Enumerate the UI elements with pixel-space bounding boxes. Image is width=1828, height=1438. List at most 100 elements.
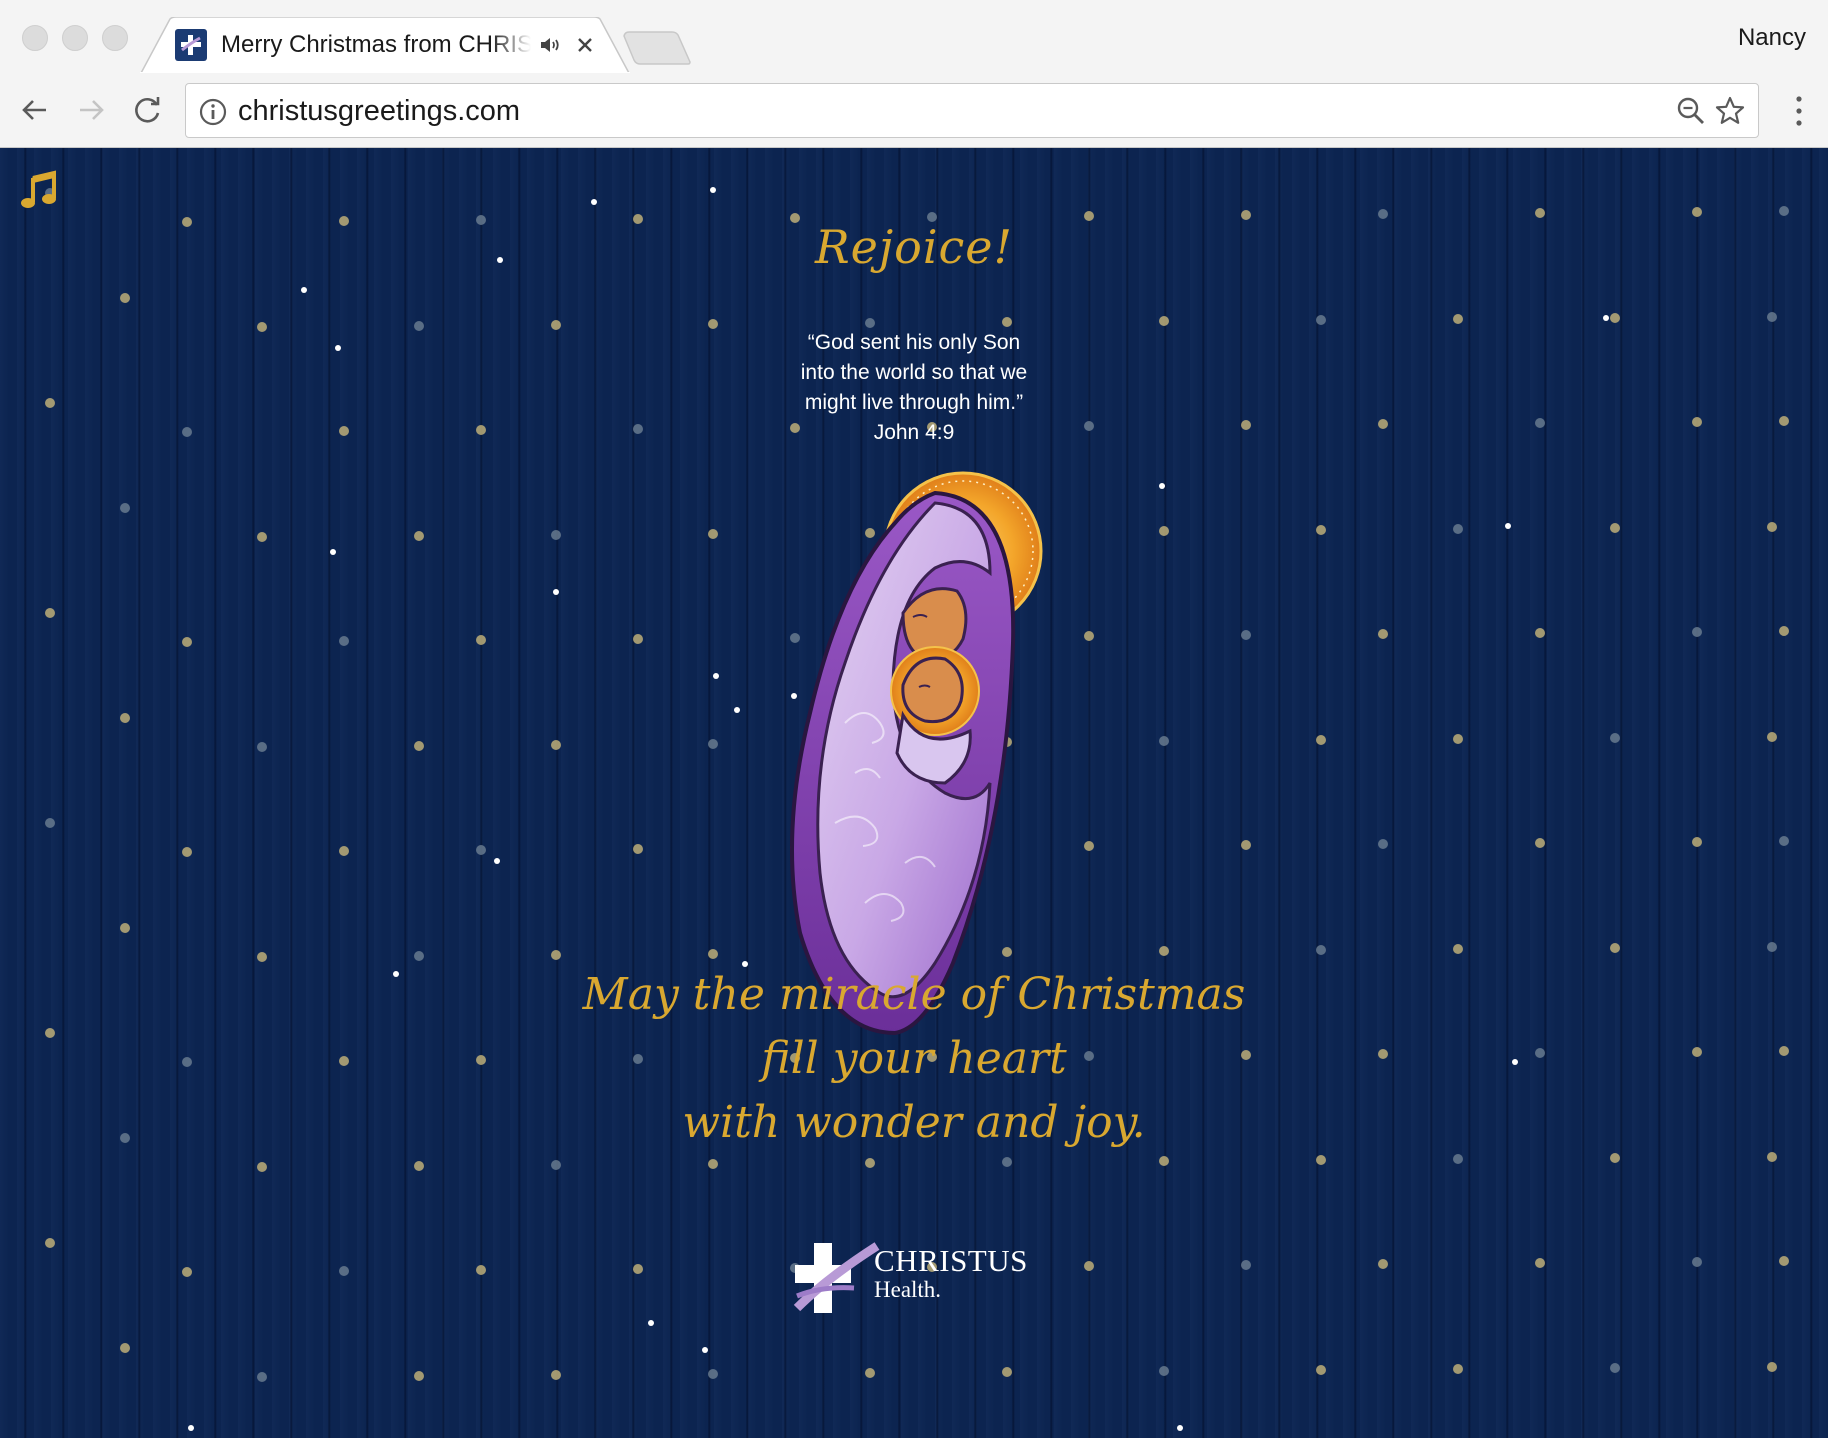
background-dot: [551, 530, 561, 540]
background-dot: [1159, 316, 1169, 326]
background-dot: [1767, 312, 1777, 322]
background-dot: [120, 923, 130, 933]
background-dot: [1378, 209, 1388, 219]
background-dot: [257, 322, 267, 332]
background-dot: [1453, 314, 1463, 324]
greeting-page: Rejoice! “God sent his only Son into the…: [0, 148, 1828, 1438]
sparkle-dot: [553, 589, 559, 595]
background-dot: [1779, 416, 1789, 426]
background-dot: [1535, 208, 1545, 218]
background-dot: [120, 1343, 130, 1353]
music-note-icon[interactable]: [20, 170, 58, 210]
sparkle-dot: [710, 187, 716, 193]
address-bar[interactable]: christusgreetings.com: [185, 83, 1759, 138]
new-tab-button[interactable]: [622, 30, 692, 66]
background-dot: [1378, 629, 1388, 639]
background-dot: [1378, 419, 1388, 429]
background-dot: [257, 1162, 267, 1172]
background-dot: [414, 1161, 424, 1171]
window-maximize-button[interactable]: [102, 25, 128, 51]
sparkle-dot: [734, 707, 740, 713]
background-dot: [1241, 420, 1251, 430]
background-dot: [120, 503, 130, 513]
background-dot: [182, 427, 192, 437]
background-dot: [1767, 732, 1777, 742]
sparkle-dot: [702, 1347, 708, 1353]
sparkle-dot: [1159, 483, 1165, 489]
sparkle-dot: [330, 549, 336, 555]
background-dot: [414, 321, 424, 331]
active-tab[interactable]: Merry Christmas from CHRISTUS Health: [175, 17, 605, 73]
verse-line: might live through him.”: [804, 391, 1024, 414]
sparkle-dot: [1177, 1425, 1183, 1431]
background-dot: [182, 847, 192, 857]
background-dot: [1159, 526, 1169, 536]
background-dot: [257, 952, 267, 962]
background-dot: [414, 951, 424, 961]
background-dot: [708, 949, 718, 959]
background-dot: [633, 424, 643, 434]
background-dot: [1692, 417, 1702, 427]
background-dot: [1692, 627, 1702, 637]
background-dot: [1316, 525, 1326, 535]
background-dot: [1767, 942, 1777, 952]
scripture-verse: “God sent his only Son into the world so…: [764, 328, 1064, 448]
background-dot: [1316, 1365, 1326, 1375]
info-icon[interactable]: [198, 97, 228, 127]
background-dot: [257, 1372, 267, 1382]
forward-arrow-icon[interactable]: [74, 93, 108, 127]
tab-close-icon[interactable]: [573, 33, 597, 57]
background-dot: [1535, 1258, 1545, 1268]
background-dot: [1241, 210, 1251, 220]
background-dot: [1316, 1155, 1326, 1165]
background-dot: [1779, 1256, 1789, 1266]
background-dot: [1453, 944, 1463, 954]
background-dot: [1767, 522, 1777, 532]
sparkle-dot: [1603, 315, 1609, 321]
background-dot: [551, 1160, 561, 1170]
zoom-out-icon[interactable]: [1676, 96, 1706, 126]
background-dot: [1241, 630, 1251, 640]
background-dot: [1084, 1261, 1094, 1271]
vertical-dots-icon[interactable]: [1794, 95, 1804, 127]
background-dot: [1610, 313, 1620, 323]
window-close-button[interactable]: [22, 25, 48, 51]
sparkle-dot: [591, 199, 597, 205]
background-dot: [708, 739, 718, 749]
sparkle-dot: [494, 858, 500, 864]
background-dot: [120, 713, 130, 723]
background-dot: [1316, 945, 1326, 955]
background-dot: [257, 742, 267, 752]
sparkle-dot: [1505, 523, 1511, 529]
sparkle-dot: [335, 345, 341, 351]
background-dot: [708, 319, 718, 329]
profile-name[interactable]: Nancy: [1738, 24, 1806, 52]
background-dot: [633, 844, 643, 854]
speaker-icon[interactable]: [537, 32, 563, 58]
sparkle-dot: [188, 1425, 194, 1431]
url-text[interactable]: christusgreetings.com: [238, 95, 520, 128]
blessing-line: fill your heart: [761, 1033, 1067, 1084]
background-dot: [476, 635, 486, 645]
back-arrow-icon[interactable]: [18, 93, 52, 127]
background-dot: [1692, 837, 1702, 847]
background-dot: [414, 1371, 424, 1381]
verse-reference: John 4:9: [873, 421, 955, 444]
background-dot: [1779, 206, 1789, 216]
background-dot: [45, 1238, 55, 1248]
background-dot: [1084, 421, 1094, 431]
reload-icon[interactable]: [131, 93, 165, 127]
background-dot: [120, 293, 130, 303]
window-minimize-button[interactable]: [62, 25, 88, 51]
background-dot: [1316, 735, 1326, 745]
background-dot: [1159, 736, 1169, 746]
sparkle-dot: [648, 1320, 654, 1326]
background-dot: [1159, 946, 1169, 956]
background-dot: [339, 426, 349, 436]
star-icon[interactable]: [1714, 95, 1746, 127]
background-dot: [1453, 734, 1463, 744]
background-dot: [551, 320, 561, 330]
verse-line: into the world so that we: [800, 361, 1028, 384]
background-dot: [1316, 315, 1326, 325]
background-dot: [414, 741, 424, 751]
